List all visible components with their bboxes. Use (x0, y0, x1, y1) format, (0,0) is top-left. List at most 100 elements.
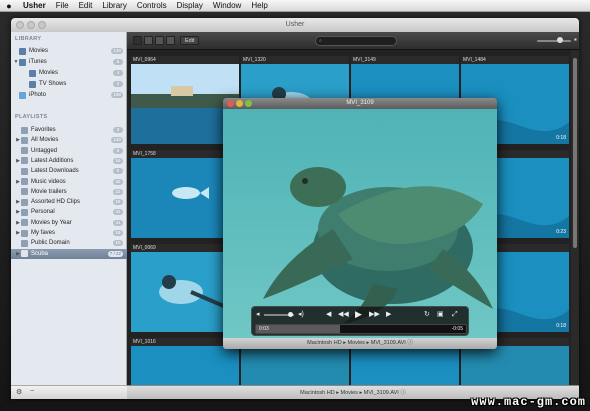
playlist-label: All Movies (31, 137, 59, 144)
timeline-scrubber[interactable]: 0:03 -0:05 (255, 324, 467, 334)
count-badge: 8 (113, 147, 123, 154)
playlist-item[interactable]: ▶ Latest Additions 16 (11, 156, 127, 166)
playlist-item[interactable]: ▶ Movies by Year 41 (11, 218, 127, 228)
menu-app[interactable]: Usher (18, 1, 51, 10)
volume-high-icon[interactable]: ◂) (298, 310, 304, 320)
playlist-icon (21, 136, 28, 144)
playback-controls: ◂ ◂) ◀ ◀◀ ▶ ▶▶ ▶ ↻ ▣ ⤢ 0:03 -0:05 (251, 306, 469, 336)
rewind-icon[interactable]: ◀◀ (338, 310, 349, 320)
play-icon[interactable]: ▶ (355, 309, 362, 319)
scrollbar-thumb[interactable] (573, 58, 577, 248)
thumbnail-image[interactable] (461, 346, 569, 385)
close-button[interactable] (16, 21, 24, 29)
playlist-item[interactable]: ▶ All Movies 130 (11, 135, 127, 145)
playlist-icon (21, 208, 28, 216)
remove-button[interactable]: − (30, 388, 34, 395)
menu-bar: ● Usher File Edit Library Controls Displ… (0, 0, 590, 12)
menu-controls[interactable]: Controls (132, 1, 172, 10)
playlist-label: Scuba (31, 250, 49, 257)
slider-knob[interactable] (557, 37, 563, 43)
volume-knob[interactable] (288, 312, 293, 317)
count-badge: 130 (111, 48, 123, 54)
sidebar-library-item[interactable]: Movies 4 (11, 68, 127, 78)
sidebar-item-label: iTunes (29, 59, 47, 65)
playlist-item[interactable]: ▶ Scuba 7 / 22 (11, 248, 127, 259)
step-back-icon[interactable]: ◀ (326, 310, 331, 320)
count-badge: 33 (113, 178, 123, 185)
player-zoom-button[interactable] (245, 100, 252, 107)
menu-edit[interactable]: Edit (74, 1, 98, 10)
loop-icon[interactable]: ↻ (424, 310, 430, 320)
playlist-item[interactable]: ▶ My faves 18 (11, 228, 127, 238)
aspect-icon[interactable]: ▣ (437, 310, 444, 320)
coverflow-view-icon[interactable] (166, 36, 175, 45)
large-grid-view-icon[interactable] (155, 36, 164, 45)
playlist-item[interactable]: Movie trailers 22 (11, 187, 127, 197)
sidebar-library-item[interactable]: ▼ iTunes 6 (11, 57, 127, 67)
list-view-icon[interactable] (133, 36, 142, 45)
playlist-item[interactable]: ▶ Personal 41 (11, 207, 127, 217)
player-titlebar[interactable]: MVI_3109 (223, 98, 497, 109)
thumbnail-image[interactable] (351, 346, 459, 385)
playlist-label: Assorted HD Clips (31, 199, 81, 206)
volume-low-icon[interactable]: ◂ (256, 310, 260, 320)
minimize-button[interactable] (27, 21, 35, 29)
window-titlebar[interactable]: Usher (11, 18, 579, 32)
count-badge: 41 (113, 219, 123, 226)
playlist-item[interactable]: Latest Downloads 0 (11, 166, 127, 176)
duration-label: 0:18 (556, 323, 566, 329)
menu-file[interactable]: File (51, 1, 74, 10)
thumbnail-name: MVI_0964 (131, 56, 239, 64)
zoom-button[interactable] (38, 21, 46, 29)
sidebar-item-label: Movies (39, 70, 59, 76)
thumbnail-image[interactable] (241, 346, 349, 385)
film-icon (29, 69, 36, 77)
count-badge: 16 (113, 157, 123, 164)
vertical-scrollbar[interactable] (571, 50, 579, 385)
menu-window[interactable]: Window (208, 1, 246, 10)
playlist-label: Movies by Year (31, 219, 72, 226)
sidebar-library-item[interactable]: Movies 130 (11, 46, 127, 56)
settings-gear-icon[interactable]: ⚙ (16, 388, 22, 396)
library-header: LIBRARY (15, 36, 42, 42)
menu-display[interactable]: Display (172, 1, 208, 10)
thumbnail-size-slider[interactable] (537, 37, 571, 43)
edit-button[interactable]: Edit (180, 36, 200, 45)
thumbnail-name: MVI_1320 (241, 56, 349, 64)
volume-slider[interactable] (264, 312, 294, 317)
menu-library[interactable]: Library (97, 1, 131, 10)
fast-forward-icon[interactable]: ▶▶ (369, 310, 380, 320)
sidebar-library-item[interactable]: TV Shows 2 (11, 79, 127, 89)
playlist-label: Music videos (31, 178, 66, 185)
apple-menu-icon[interactable]: ● (0, 1, 18, 11)
playlist-item[interactable]: Favorites 3 (11, 125, 127, 135)
playlist-item[interactable]: ▶ Assorted HD Clips 18 (11, 197, 127, 207)
sidebar-item-label: iPhoto (29, 92, 47, 98)
video-still (351, 346, 459, 385)
count-badge: 130 (111, 137, 123, 144)
video-frame[interactable]: ◂ ◂) ◀ ◀◀ ▶ ▶▶ ▶ ↻ ▣ ⤢ 0:03 -0:05 (223, 109, 497, 338)
player-minimize-button[interactable] (236, 100, 243, 107)
playlist-icon (21, 126, 28, 134)
playlist-label: Favorites (31, 127, 56, 133)
playlist-label: Movie trailers (31, 188, 67, 195)
sidebar-library-item[interactable]: iPhoto 190 (11, 90, 127, 100)
playlist-item[interactable]: Untagged 8 (11, 146, 127, 156)
playlists-header: PLAYLISTS (15, 114, 48, 120)
grid-view-icon[interactable] (144, 36, 153, 45)
thumbnail-image[interactable] (131, 346, 239, 385)
player-close-button[interactable] (227, 100, 234, 107)
count-badge: 6 (113, 59, 123, 65)
playlist-item[interactable]: Public Domain 10 (11, 238, 127, 248)
thumbnail-name: MVI_3149 (351, 56, 459, 64)
toolbar: Edit ⌕ ▪ (127, 32, 579, 50)
video-player-window: MVI_3109 ◂ ◂) ◀ ◀◀ ▶ ▶▶ ▶ ↻ ▣ ⤢ 0:03 -0:… (223, 98, 497, 349)
screen: ● Usher File Edit Library Controls Displ… (0, 0, 590, 411)
playlist-item[interactable]: ▶ Music videos 33 (11, 177, 127, 187)
fullscreen-icon[interactable]: ⤢ (452, 310, 458, 320)
sea-turtle-video (223, 109, 497, 338)
step-forward-icon[interactable]: ▶ (386, 310, 391, 320)
search-field[interactable]: ⌕ (315, 36, 397, 46)
menu-help[interactable]: Help (246, 1, 272, 10)
zoom-large-icon: ▪ (574, 35, 577, 44)
